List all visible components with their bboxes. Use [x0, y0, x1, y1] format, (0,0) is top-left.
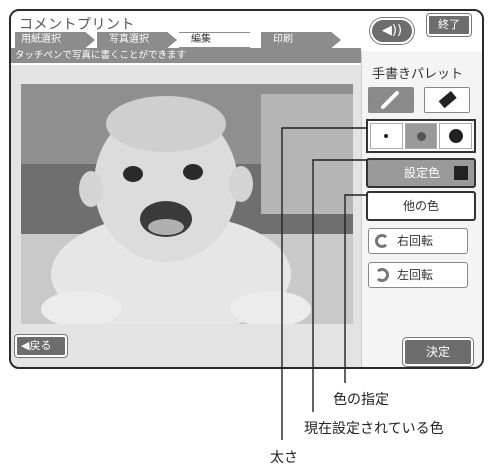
step-edit: 編集: [179, 32, 259, 48]
size-large-button[interactable]: [439, 123, 473, 149]
size-medium-button[interactable]: [404, 123, 438, 149]
palette-title: 手書きパレット: [372, 67, 464, 82]
pen-icon: [381, 91, 399, 109]
callout-color-spec: 色の指定: [333, 392, 389, 408]
confirm-button[interactable]: 決定: [403, 338, 473, 366]
instruction-text: タッチペンで写真に書くことができます: [11, 48, 361, 63]
photo-canvas[interactable]: [21, 84, 353, 324]
rotate-left-button[interactable]: 左回転: [368, 262, 468, 288]
device-screen: コメントプリント 用紙選択 写真選択 編集 印刷 タッチペンで写真に書くことがで…: [9, 9, 484, 369]
step-breadcrumb: 用紙選択 写真選択 編集 印刷: [15, 32, 343, 48]
end-button[interactable]: 終了: [427, 14, 471, 36]
rotate-right-icon: [375, 234, 389, 248]
sound-button[interactable]: ◀)): [370, 18, 414, 44]
eraser-tool-button[interactable]: [424, 87, 470, 113]
other-color-button[interactable]: 他の色: [366, 191, 476, 221]
rotate-left-icon: [375, 268, 389, 282]
baby-photo: [21, 84, 353, 324]
pen-tool-button[interactable]: [368, 87, 414, 113]
step-paper-select: 用紙選択: [15, 32, 95, 48]
thickness-selector: [366, 119, 476, 153]
rotate-right-button[interactable]: 右回転: [368, 228, 468, 254]
rotate-left-label: 左回転: [397, 268, 434, 282]
color-swatch: [454, 166, 468, 180]
current-color-indicator: 設定色: [366, 158, 476, 188]
speaker-icon: ◀)): [381, 23, 403, 38]
step-photo-select: 写真選択: [97, 32, 177, 48]
handwriting-palette: 手書きパレット 設定色 他の色 右回転 左回転 決定: [361, 51, 482, 367]
back-button[interactable]: ◀戻る: [15, 335, 67, 357]
rotate-right-label: 右回転: [397, 234, 434, 248]
set-color-label: 設定色: [404, 166, 441, 180]
eraser-icon: [438, 91, 457, 109]
size-small-button[interactable]: [370, 123, 403, 149]
app-title: コメントプリント: [19, 17, 135, 33]
step-print: 印刷: [261, 32, 341, 48]
callout-current-color: 現在設定されている色: [304, 421, 444, 437]
callout-thickness: 太さ: [270, 450, 298, 466]
